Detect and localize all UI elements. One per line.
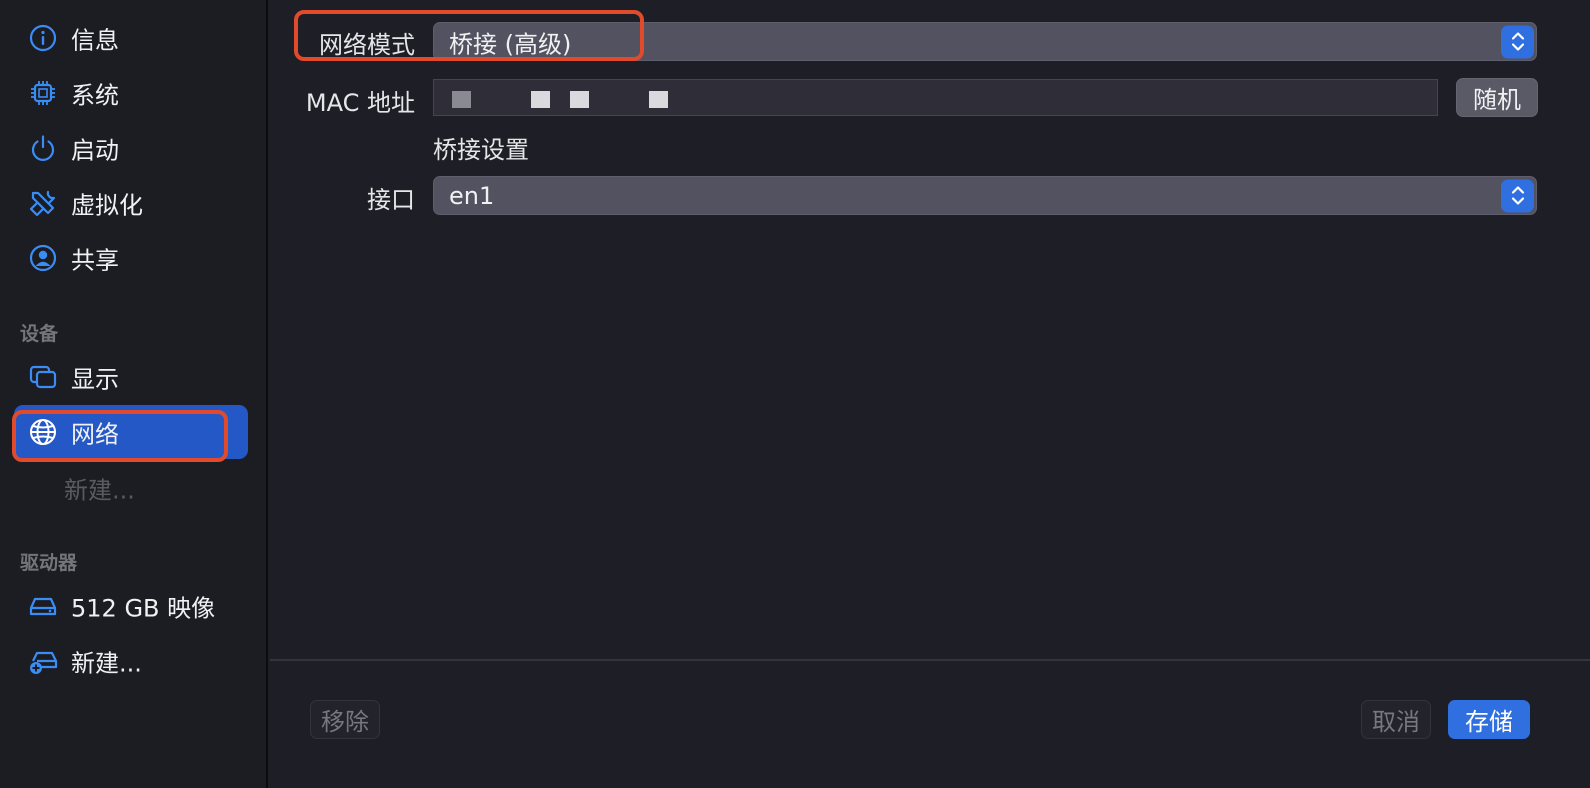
network-mode-label: 网络模式 <box>319 31 415 59</box>
sidebar-item-label: 512 GB 映像 <box>71 594 216 623</box>
globe-icon <box>28 417 58 447</box>
sidebar-item-virtualization[interactable]: 虚拟化 <box>14 176 248 230</box>
cpu-chip-icon <box>28 78 58 108</box>
cancel-button[interactable]: 取消 <box>1361 700 1431 739</box>
sidebar-item-label: 信息 <box>71 26 119 55</box>
mac-redaction-block <box>452 91 471 108</box>
mac-address-field[interactable] <box>433 79 1438 116</box>
sidebar-item-label: 网络 <box>71 420 119 449</box>
interface-select[interactable]: en1 <box>433 176 1537 215</box>
sidebar-item-label: 共享 <box>71 246 119 275</box>
drive-icon <box>28 591 58 621</box>
tools-icon <box>28 188 58 218</box>
remove-button[interactable]: 移除 <box>310 700 380 739</box>
sidebar-item-display[interactable]: 显示 <box>14 350 248 404</box>
sidebar: 信息 系统 启动 虚拟化 共享 设备 显示 网络 新建... 驱动器 512 G… <box>0 0 268 788</box>
mac-redaction-block <box>570 91 589 108</box>
sidebar-item-label: 虚拟化 <box>71 191 143 220</box>
info-icon <box>28 23 58 53</box>
sidebar-item-new-drive[interactable]: 新建... <box>14 634 248 688</box>
sidebar-item-label: 启动 <box>71 136 119 165</box>
mac-redaction-block <box>649 91 668 108</box>
sidebar-item-system[interactable]: 系统 <box>14 66 248 120</box>
interface-value: en1 <box>449 181 495 210</box>
select-stepper-icon <box>1501 179 1534 212</box>
sidebar-item-label: 系统 <box>71 81 119 110</box>
random-mac-button[interactable]: 随机 <box>1456 78 1538 117</box>
sidebar-item-label: 新建... <box>71 649 142 678</box>
add-drive-icon <box>28 646 58 676</box>
sidebar-item-drive-512gb[interactable]: 512 GB 映像 <box>14 579 248 633</box>
interface-label: 接口 <box>367 186 415 214</box>
mac-redaction-block <box>531 91 550 108</box>
sidebar-item-new-device[interactable]: 新建... <box>14 461 248 515</box>
sidebar-item-info[interactable]: 信息 <box>14 11 248 65</box>
sidebar-item-network[interactable]: 网络 <box>14 405 248 459</box>
sidebar-item-label: 显示 <box>71 365 119 394</box>
select-stepper-icon <box>1501 25 1534 58</box>
bridge-settings-title: 桥接设置 <box>433 136 529 164</box>
footer-divider <box>270 659 1590 661</box>
save-button[interactable]: 存储 <box>1448 700 1530 739</box>
sidebar-item-sharing[interactable]: 共享 <box>14 231 248 285</box>
network-settings-panel: 网络模式 桥接 (高级) MAC 地址 随机 桥接设置 接口 en1 移除 取消… <box>270 0 1590 788</box>
power-icon <box>28 133 58 163</box>
network-mode-value: 桥接 (高级) <box>449 30 572 58</box>
network-mode-select[interactable]: 桥接 (高级) <box>433 22 1537 61</box>
devices-section-heading: 设备 <box>20 323 59 345</box>
drives-section-heading: 驱动器 <box>20 552 78 574</box>
sidebar-item-label: 新建... <box>64 476 135 505</box>
person-circle-icon <box>28 243 58 273</box>
sidebar-item-boot[interactable]: 启动 <box>14 121 248 175</box>
mac-address-label: MAC 地址 <box>305 89 415 117</box>
display-icon <box>28 362 58 392</box>
